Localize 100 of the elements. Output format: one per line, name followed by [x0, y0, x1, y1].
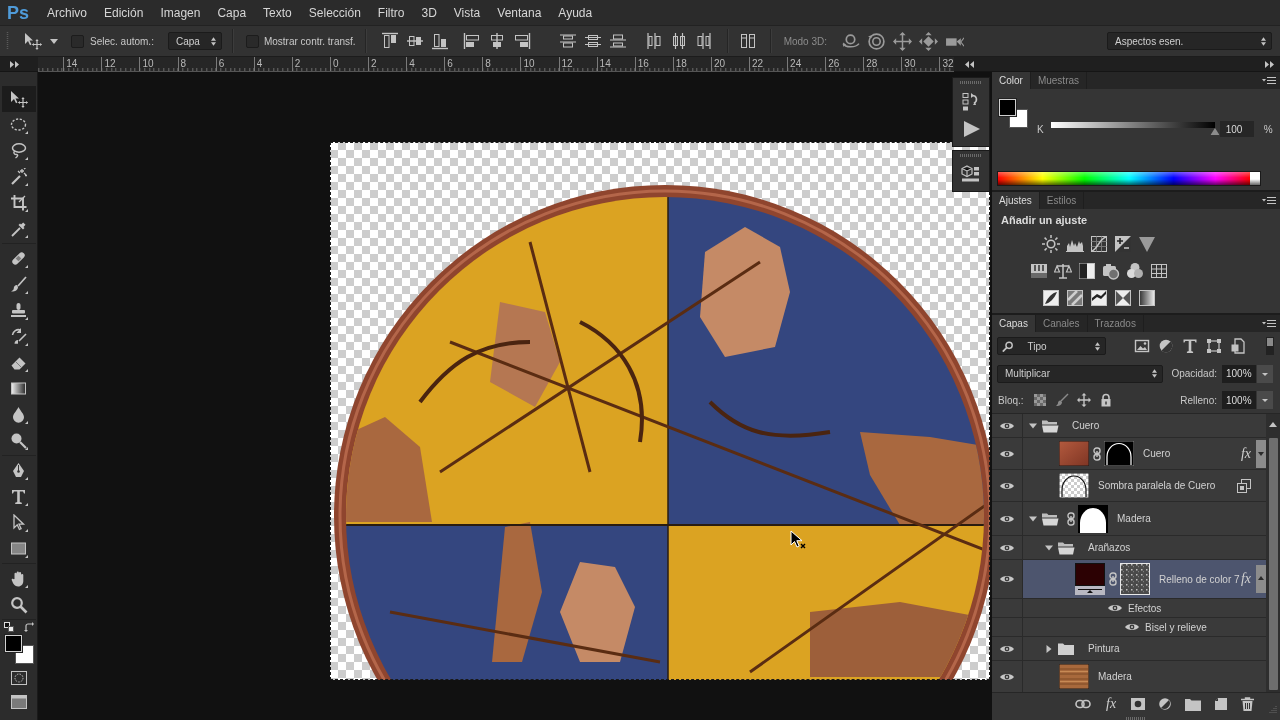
- curve-grid-icon[interactable]: [1090, 234, 1108, 253]
- chain-link-icon[interactable]: [1109, 572, 1117, 586]
- filter-toggle-icon[interactable]: [1266, 337, 1274, 355]
- layer-row[interactable]: Madera: [992, 502, 1266, 536]
- filter-select[interactable]: Tipo: [997, 337, 1106, 355]
- add-style-button[interactable]: fx: [1104, 696, 1119, 712]
- shape-handles-icon[interactable]: [1206, 338, 1222, 354]
- layer-row[interactable]: Madera: [992, 661, 1266, 692]
- double-arrow-right-icon[interactable]: [1265, 60, 1274, 68]
- auto-align-icon[interactable]: [738, 32, 757, 50]
- caret-down-icon[interactable]: [1256, 439, 1266, 468]
- value-field[interactable]: 100: [1219, 121, 1254, 137]
- play-icon[interactable]: [961, 120, 981, 138]
- layer-row[interactable]: Cuero fx: [992, 438, 1266, 470]
- folder-icon[interactable]: [1185, 697, 1202, 711]
- panel-menu-icon[interactable]: [1262, 75, 1276, 86]
- roll-icon[interactable]: [867, 31, 886, 51]
- mask-icon[interactable]: [1131, 698, 1146, 710]
- layer-row[interactable]: Arañazos: [992, 536, 1266, 560]
- menu-item[interactable]: Filtro: [377, 5, 405, 20]
- trash-icon[interactable]: [1241, 697, 1255, 711]
- scroll-up-icon[interactable]: [1269, 422, 1277, 428]
- chain-link-icon[interactable]: [1067, 511, 1075, 526]
- effects-badge[interactable]: fx: [1240, 445, 1251, 462]
- drag-handle-icon[interactable]: [1126, 717, 1146, 720]
- color-fill-thumbnail[interactable]: [1075, 563, 1105, 595]
- up-down-arrows-icon[interactable]: [1152, 369, 1157, 378]
- resize-grip-icon[interactable]: [1269, 705, 1277, 713]
- dropdown-caret-icon[interactable]: [1257, 391, 1273, 409]
- caret-right-icon[interactable]: [1045, 644, 1053, 653]
- hourglass-square-icon[interactable]: [1114, 288, 1132, 307]
- striped-square-icon[interactable]: [1066, 288, 1084, 307]
- slashed-square-icon[interactable]: [1042, 288, 1060, 307]
- distribute-right-icon[interactable]: [694, 32, 713, 50]
- document-icon[interactable]: [1230, 338, 1246, 354]
- caret-up-icon[interactable]: [1256, 565, 1266, 593]
- eye-icon[interactable]: [1107, 603, 1123, 613]
- blend-mode-select[interactable]: Multiplicar: [997, 364, 1163, 383]
- double-arrow-left-icon[interactable]: [965, 60, 974, 68]
- panel-menu-icon[interactable]: [1262, 195, 1276, 206]
- link-icon[interactable]: [1075, 699, 1091, 709]
- bars-square-icon[interactable]: [1030, 261, 1048, 280]
- chain-link-icon[interactable]: [1093, 446, 1101, 461]
- menu-item[interactable]: Imagen: [160, 5, 201, 20]
- panel-tab[interactable]: Ajustes: [992, 192, 1040, 209]
- diamond-arrows-icon[interactable]: [919, 31, 938, 51]
- menu-item[interactable]: Capa: [217, 5, 247, 20]
- dotted-circle-square-icon[interactable]: [10, 671, 27, 685]
- wood-thumbnail[interactable]: [1059, 664, 1089, 689]
- brush-icon[interactable]: [1054, 393, 1069, 407]
- image-icon[interactable]: [1134, 338, 1150, 354]
- swap-arrows-icon[interactable]: [23, 622, 34, 632]
- move-arrows-icon[interactable]: [1076, 393, 1091, 407]
- drag-handle-icon[interactable]: [960, 81, 982, 84]
- sun-icon[interactable]: [1042, 234, 1060, 253]
- camera-icon[interactable]: [1102, 261, 1120, 280]
- three-circles-icon[interactable]: [1126, 261, 1144, 280]
- eye-icon[interactable]: [999, 480, 1015, 491]
- menu-item[interactable]: Archivo: [47, 5, 87, 20]
- scrollbar[interactable]: [1266, 414, 1280, 692]
- letter-t-icon[interactable]: [1182, 338, 1198, 354]
- fill-field[interactable]: 100%: [1222, 391, 1256, 409]
- default-colors-icon[interactable]: [3, 622, 14, 632]
- menu-item[interactable]: Ventana: [497, 5, 542, 20]
- up-down-arrows-icon[interactable]: [210, 36, 216, 46]
- eye-icon[interactable]: [999, 671, 1015, 682]
- panel-tab[interactable]: Color: [992, 72, 1031, 89]
- cross-arrows-icon[interactable]: [893, 31, 912, 51]
- caret-down-icon[interactable]: [1045, 543, 1053, 552]
- eye-icon[interactable]: [999, 448, 1015, 459]
- mask-thumbnail[interactable]: [1078, 504, 1108, 533]
- eye-icon[interactable]: [999, 643, 1015, 654]
- distribute-top-icon[interactable]: [558, 32, 577, 50]
- half-square-icon[interactable]: [1078, 261, 1096, 280]
- app-logo[interactable]: Ps: [7, 1, 47, 24]
- menu-item[interactable]: Selección: [308, 5, 361, 20]
- leather-thumbnail[interactable]: [1059, 441, 1089, 466]
- new-page-icon[interactable]: [1214, 697, 1229, 711]
- opacity-field[interactable]: 100%: [1222, 364, 1256, 383]
- workspace-select[interactable]: Aspectos esen.: [1107, 32, 1272, 50]
- effects-badge[interactable]: fx: [1240, 571, 1251, 587]
- layer-row[interactable]: Sombra paralela de Cuero: [992, 470, 1266, 502]
- half-circle-icon[interactable]: [1158, 697, 1173, 711]
- panel-tab[interactable]: Muestras: [1030, 72, 1088, 89]
- gradient-square-icon[interactable]: [1138, 288, 1156, 307]
- caret-down-icon[interactable]: [1029, 421, 1037, 430]
- eye-icon[interactable]: [999, 574, 1015, 584]
- screen-mode-icon[interactable]: [10, 695, 27, 709]
- effect-row[interactable]: Bisel y relieve: [992, 618, 1266, 637]
- layer-select[interactable]: Capa: [167, 32, 222, 50]
- slider-thumb-icon[interactable]: [1210, 128, 1220, 135]
- zigzag-square-icon[interactable]: [1090, 288, 1108, 307]
- drag-handle-icon[interactable]: [6, 32, 9, 50]
- eye-icon[interactable]: [1124, 622, 1140, 632]
- panel-menu-icon[interactable]: [1262, 318, 1276, 329]
- menu-item[interactable]: Texto: [263, 5, 292, 20]
- menu-item[interactable]: Ayuda: [558, 5, 593, 20]
- caret-down-icon[interactable]: [50, 38, 58, 44]
- dropdown-caret-icon[interactable]: [1257, 364, 1273, 383]
- layer-row[interactable]: Relleno de color 7fx: [992, 560, 1266, 599]
